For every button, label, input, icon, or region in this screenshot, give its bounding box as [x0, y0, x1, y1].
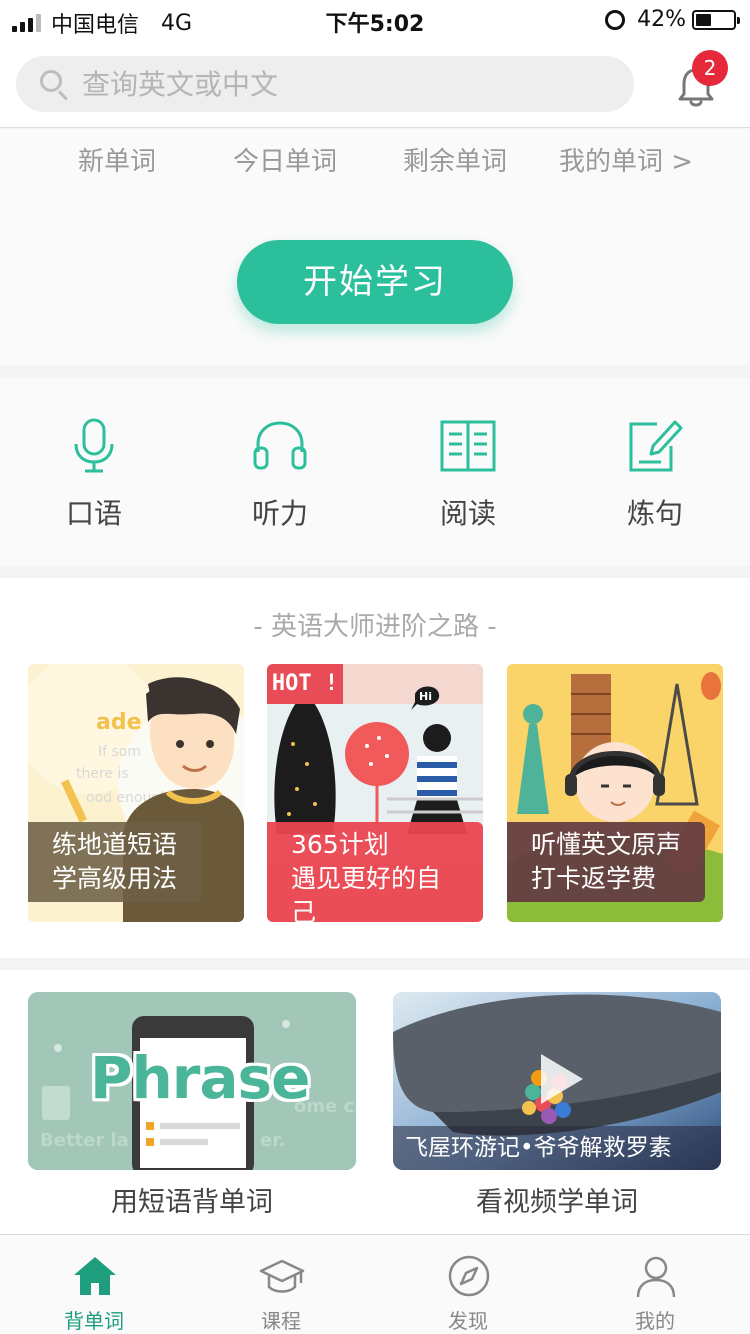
- home-icon: [74, 1257, 116, 1295]
- skill-label: 听力: [251, 497, 308, 530]
- skill-label: 阅读: [439, 497, 496, 530]
- svg-text:Hi: Hi: [419, 690, 432, 703]
- video-card-phrase[interactable]: Better la er. ome c Phrase: [28, 992, 356, 1170]
- skill-label: 炼句: [626, 497, 683, 530]
- course-line1: 练地道短语: [52, 830, 178, 859]
- video-caption[interactable]: 用短语背单词: [28, 1180, 356, 1219]
- tab-label: 课程: [261, 1309, 301, 1333]
- my-words-link[interactable]: 我的单词 >: [559, 141, 693, 178]
- course-card-phrases[interactable]: ade If som there is ood enough 练地道短语 学高级…: [28, 664, 244, 922]
- header: 2: [0, 40, 750, 128]
- svg-text:there is: there is: [76, 766, 129, 782]
- stat-new-words[interactable]: 新单词: [78, 141, 156, 178]
- tab-label: 发现: [448, 1309, 488, 1333]
- svg-text:ade: ade: [96, 710, 142, 735]
- notification-badge[interactable]: 2: [692, 50, 728, 86]
- video-card-up[interactable]: 飞屋环游记•爷爷解救罗素: [393, 992, 721, 1170]
- course-label: 练地道短语 学高级用法: [28, 822, 202, 902]
- start-learning-button[interactable]: 开始学习: [237, 240, 513, 324]
- tab-label: 我的: [635, 1309, 675, 1333]
- course-card-365[interactable]: Hi HOT ! 365计划 遇见更好的自己: [267, 664, 483, 922]
- course-label: 听懂英文原声 打卡返学费: [507, 822, 706, 902]
- skill-label: 口语: [65, 497, 122, 530]
- status-right: 42%: [605, 7, 740, 32]
- course-line2: 遇见更好的自己: [291, 864, 442, 922]
- status-bar: 中国电信 4G 下午5:02 42%: [0, 0, 750, 40]
- word-stats-section: 新单词 今日单词 剩余单词 我的单词 > 开始学习: [0, 129, 750, 365]
- stat-remaining-words[interactable]: 剩余单词: [403, 141, 507, 178]
- microphone-icon: [74, 418, 114, 473]
- battery-icon: [692, 9, 740, 30]
- video-caption[interactable]: 看视频学单词: [393, 1180, 721, 1219]
- alarm-icon: [605, 9, 626, 30]
- tab-words[interactable]: 背单词: [34, 1235, 154, 1334]
- graduation-cap-icon: [259, 1259, 305, 1293]
- courses-section: - 英语大师进阶之路 - ade If som there is ood eno…: [0, 578, 750, 958]
- tab-courses[interactable]: 课程: [221, 1235, 341, 1334]
- course-card-listening[interactable]: 听懂英文原声 打卡返学费: [507, 664, 723, 922]
- videos-section: Better la er. ome c Phrase 用短语背单词 飞屋环游记•…: [0, 970, 750, 1234]
- skill-speaking[interactable]: 口语: [34, 378, 154, 566]
- course-line2: 学高级用法: [52, 864, 178, 893]
- course-label: 365计划 遇见更好的自己: [267, 822, 483, 922]
- search-input[interactable]: [82, 67, 602, 101]
- headphones-icon: [253, 421, 307, 470]
- search-bar[interactable]: [16, 56, 634, 112]
- stat-today-words[interactable]: 今日单词: [233, 141, 337, 178]
- search-icon: [38, 68, 70, 101]
- battery-fill: [696, 13, 712, 26]
- skill-listening[interactable]: 听力: [220, 378, 340, 566]
- phrase-title: Phrase: [90, 1044, 310, 1112]
- play-icon[interactable]: [521, 1044, 591, 1114]
- tab-label: 背单词: [64, 1309, 124, 1333]
- tab-discover[interactable]: 发现: [408, 1235, 528, 1334]
- tab-bar: 背单词 课程 发现 我的: [0, 1234, 750, 1334]
- battery-percent: 42%: [637, 7, 686, 32]
- course-line1: 听懂英文原声: [531, 830, 682, 859]
- tab-profile[interactable]: 我的: [595, 1235, 715, 1334]
- word-stats: 新单词 今日单词 剩余单词 我的单词 >: [0, 141, 750, 181]
- compass-icon: [448, 1255, 490, 1297]
- skills-section: 口语 听力 阅读 炼句: [0, 378, 750, 566]
- skill-reading[interactable]: 阅读: [408, 378, 528, 566]
- courses-title: - 英语大师进阶之路 -: [253, 612, 497, 642]
- svg-text:If som: If som: [98, 744, 141, 760]
- hot-badge: HOT !: [267, 664, 343, 704]
- skill-sentences[interactable]: 炼句: [595, 378, 715, 566]
- edit-icon: [629, 420, 683, 472]
- svg-text:Better la: Better la: [40, 1130, 129, 1151]
- course-line2: 打卡返学费: [531, 864, 657, 893]
- book-icon: [440, 420, 496, 472]
- user-icon: [636, 1256, 676, 1298]
- svg-text:er.: er.: [260, 1130, 285, 1151]
- video-overlay-title: 飞屋环游记•爷爷解救罗素: [393, 1126, 721, 1170]
- course-line1: 365计划: [291, 830, 389, 859]
